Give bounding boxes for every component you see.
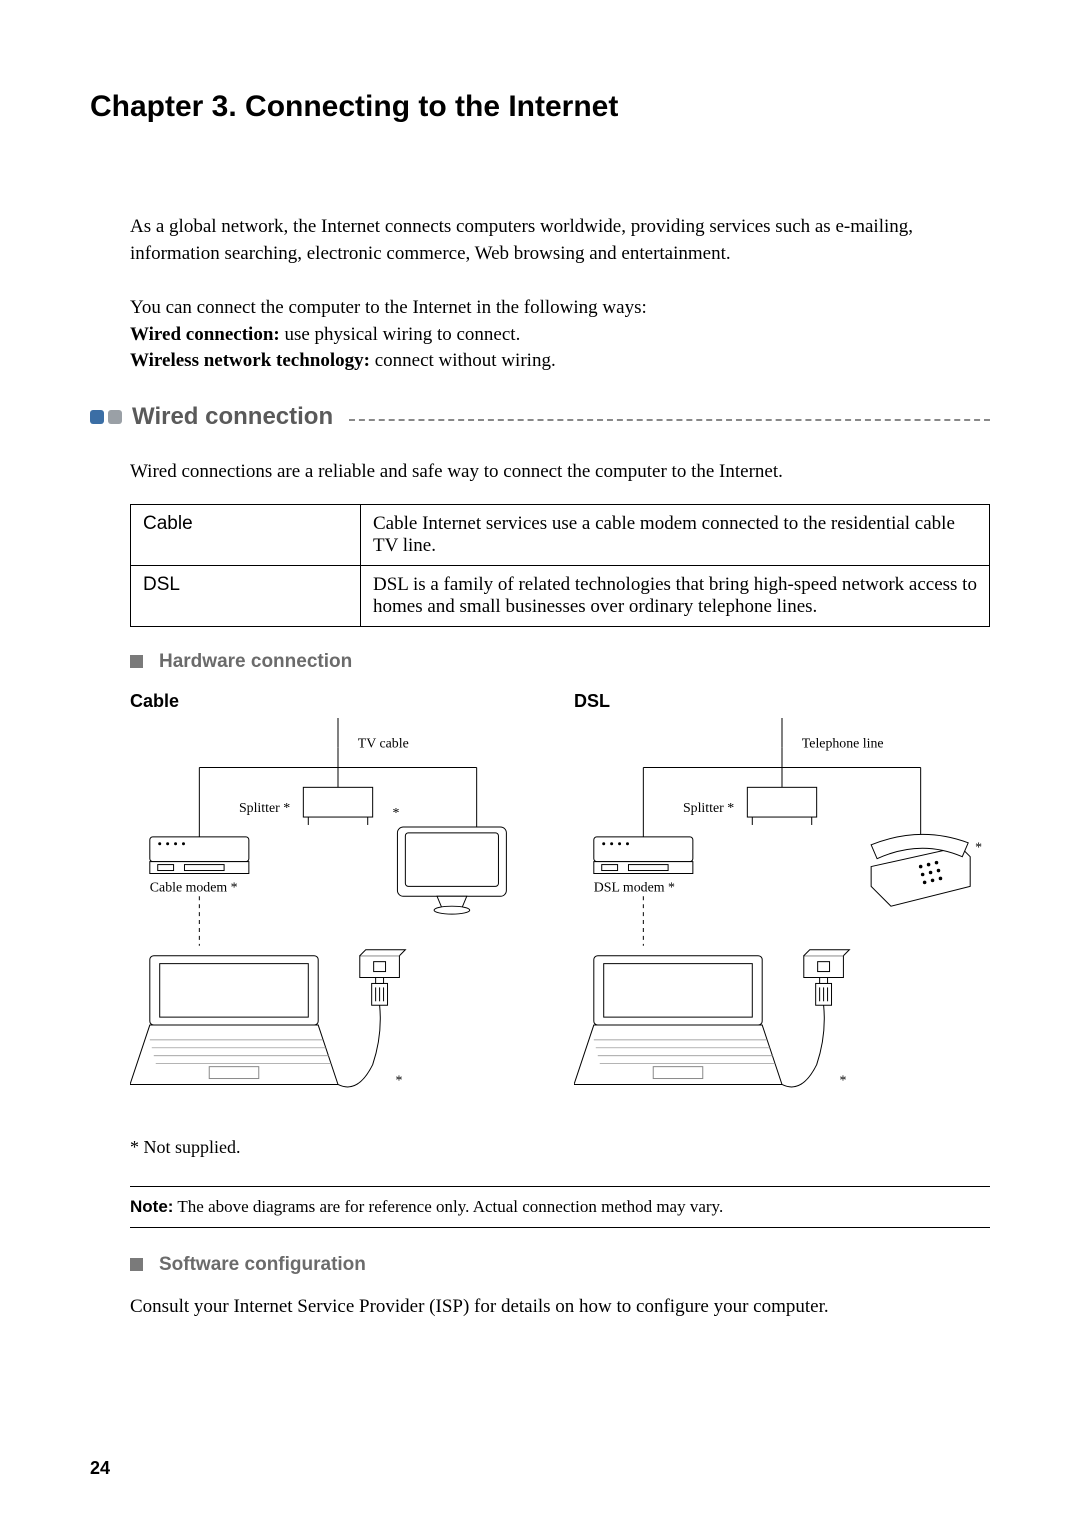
diagram-dsl: DSL Telephone line Splitter * DSL modem … bbox=[574, 691, 990, 1119]
table-row: Cable Cable Internet services use a cabl… bbox=[131, 504, 990, 565]
divider-dashed bbox=[349, 419, 990, 421]
splitter-label: Splitter * bbox=[239, 800, 290, 815]
diagram-title-dsl: DSL bbox=[574, 691, 990, 712]
wireless-label: Wireless network technology: bbox=[130, 350, 370, 371]
splitter-label: Splitter * bbox=[683, 800, 734, 815]
laptop-icon bbox=[574, 955, 782, 1084]
software-body: Consult your Internet Service Provider (… bbox=[130, 1294, 990, 1321]
table-row: DSL DSL is a family of related technolog… bbox=[131, 565, 990, 626]
connection-types-table: Cable Cable Internet services use a cabl… bbox=[130, 504, 990, 627]
star-label: * bbox=[839, 1072, 846, 1087]
wired-label: Wired connection: bbox=[130, 324, 280, 345]
diagram-title-cable: Cable bbox=[130, 691, 546, 712]
ways-intro: You can connect the computer to the Inte… bbox=[130, 297, 647, 318]
hardware-diagrams: Cable TV cable Splitter * * Cable modem … bbox=[130, 691, 990, 1119]
wired-desc: use physical wiring to connect. bbox=[280, 324, 521, 345]
wall-jack-icon bbox=[804, 949, 850, 977]
rj45-plug-icon bbox=[372, 977, 388, 1005]
chapter-title: Chapter 3. Connecting to the Internet bbox=[90, 90, 990, 124]
intro-paragraph: As a global network, the Internet connec… bbox=[130, 214, 990, 267]
dsl-diagram-svg: Telephone line Splitter * DSL modem * bbox=[574, 718, 990, 1114]
laptop-icon bbox=[130, 955, 338, 1084]
subsection-title: Software configuration bbox=[159, 1254, 366, 1276]
wired-body: Wired connections are a reliable and saf… bbox=[130, 459, 990, 486]
cable-diagram-svg: TV cable Splitter * * Cable modem * bbox=[130, 718, 546, 1114]
telephone-icon bbox=[871, 834, 970, 906]
connection-ways: You can connect the computer to the Inte… bbox=[130, 295, 990, 375]
section-header-wired: Wired connection bbox=[90, 403, 990, 431]
table-cell-name: Cable bbox=[131, 504, 361, 565]
wall-jack-icon bbox=[360, 949, 406, 977]
dsl-modem-label: DSL modem * bbox=[594, 879, 675, 894]
star-label: * bbox=[395, 1072, 402, 1087]
note-label: Note: bbox=[130, 1197, 173, 1216]
tv-cable-label: TV cable bbox=[358, 735, 409, 750]
note-text: The above diagrams are for reference onl… bbox=[173, 1197, 723, 1216]
table-cell-desc: Cable Internet services use a cable mode… bbox=[361, 504, 990, 565]
wireless-desc: connect without wiring. bbox=[370, 350, 556, 371]
square-bullet-icon bbox=[130, 1258, 143, 1271]
star-label: * bbox=[975, 839, 982, 854]
note-box: Note: The above diagrams are for referen… bbox=[130, 1186, 990, 1228]
square-bullet-icon bbox=[130, 655, 143, 668]
section-bullets-icon bbox=[90, 410, 122, 424]
footnote-not-supplied: * Not supplied. bbox=[130, 1137, 990, 1158]
table-cell-name: DSL bbox=[131, 565, 361, 626]
section-title: Wired connection bbox=[132, 403, 333, 431]
subsection-header-software: Software configuration bbox=[130, 1254, 990, 1276]
star-label: * bbox=[392, 805, 399, 820]
subsection-title: Hardware connection bbox=[159, 651, 352, 673]
bullet-icon bbox=[90, 410, 104, 424]
table-cell-desc: DSL is a family of related technologies … bbox=[361, 565, 990, 626]
subsection-header-hardware: Hardware connection bbox=[130, 651, 990, 673]
rj45-plug-icon bbox=[816, 977, 832, 1005]
diagram-cable: Cable TV cable Splitter * * Cable modem … bbox=[130, 691, 546, 1119]
telephone-line-label: Telephone line bbox=[802, 735, 884, 750]
page-number: 24 bbox=[90, 1458, 110, 1479]
cable-modem-label: Cable modem * bbox=[150, 879, 238, 894]
bullet-icon bbox=[108, 410, 122, 424]
